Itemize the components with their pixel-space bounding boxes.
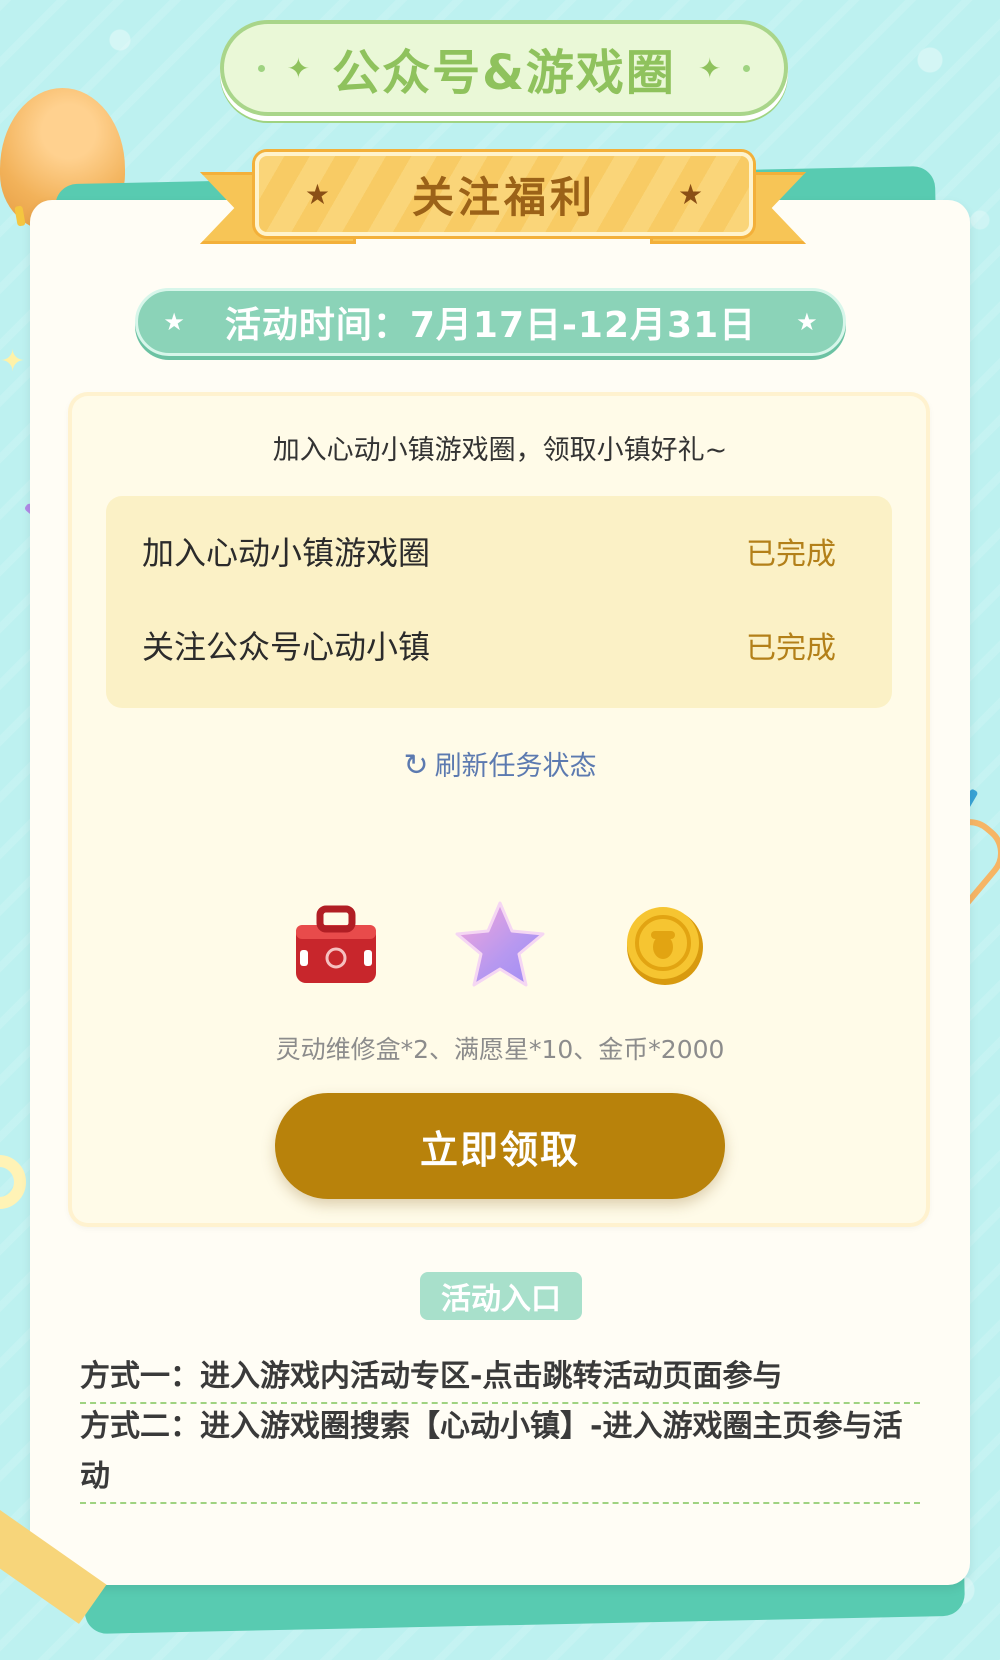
task-name: 加入心动小镇游戏圈 <box>142 534 431 572</box>
panel-intro-text: 加入心动小镇游戏圈，领取小镇好礼~ <box>272 435 728 466</box>
activity-entrance-tag: 活动入口 <box>420 1272 582 1320</box>
page-title-banner: ✦ 公众号&游戏圈 ✦ <box>220 20 788 116</box>
sparkle-icon: ✦ <box>0 344 26 379</box>
page-title: 公众号&游戏圈 <box>332 45 676 101</box>
star-icon: ★ <box>678 177 704 211</box>
section-ribbon: ★ 关注福利 ★ <box>255 152 753 236</box>
claim-now-button[interactable]: 立即领取 <box>275 1093 725 1199</box>
refresh-icon: ↻ <box>403 748 429 783</box>
task-list: 加入心动小镇游戏圈 已完成 关注公众号心动小镇 已完成 <box>106 496 892 708</box>
toolbox-icon <box>296 905 376 983</box>
reward-description: 灵动维修盒*2、满愿星*10、金币*2000 <box>275 1035 725 1064</box>
refresh-label: 刷新任务状态 <box>434 751 597 782</box>
task-name: 关注公众号心动小镇 <box>142 628 431 666</box>
refresh-task-status-link[interactable]: ↻ 刷新任务状态 <box>0 744 1000 783</box>
star-icon <box>455 901 545 987</box>
sparkle-icon: ✦ <box>697 51 722 85</box>
sparkle-icon: ✦ <box>286 51 311 85</box>
dot-icon <box>257 64 265 72</box>
entrance-method: 方式二：进入游戏圈搜索【心动小镇】-进入游戏圈主页参与活动 <box>80 1402 920 1504</box>
activity-time-bar: ★ 活动时间：7月17日-12月31日 ★ <box>135 288 846 356</box>
dot-icon <box>743 64 751 72</box>
star-icon: ★ <box>796 308 818 336</box>
ribbon-label: 关注福利 <box>411 172 596 222</box>
task-item: 关注公众号心动小镇 已完成 <box>142 620 836 670</box>
task-status-badge: 已完成 <box>746 537 836 572</box>
entrance-method: 方式一：进入游戏内活动专区-点击跳转活动页面参与 <box>80 1352 920 1404</box>
task-item: 加入心动小镇游戏圈 已完成 <box>142 526 836 576</box>
task-status-badge: 已完成 <box>746 631 836 666</box>
star-icon: ★ <box>163 308 185 336</box>
coin-icon <box>627 907 703 985</box>
star-icon: ★ <box>304 177 330 211</box>
activity-time-text: 活动时间：7月17日-12月31日 <box>224 305 757 346</box>
